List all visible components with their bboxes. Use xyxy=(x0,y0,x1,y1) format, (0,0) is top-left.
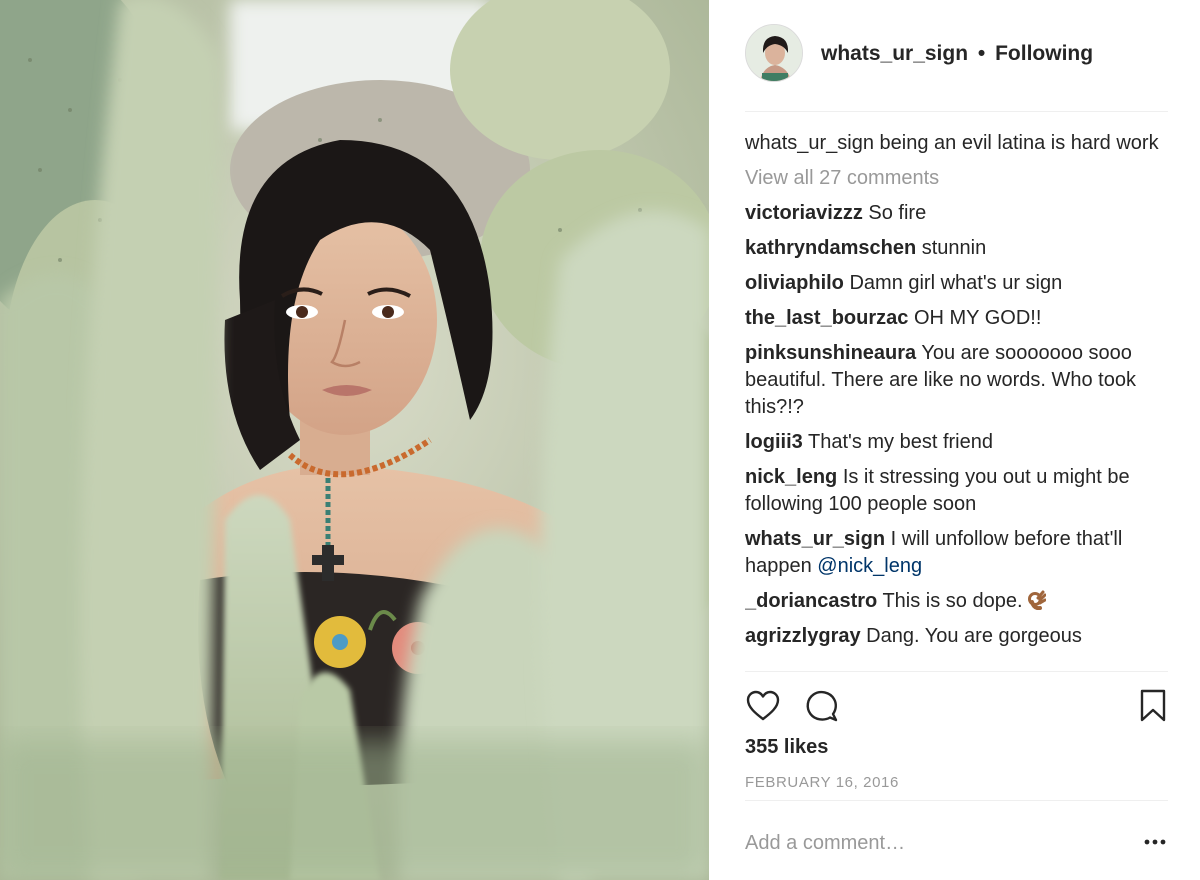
action-bar: 355 likes FEBRUARY 16, 2016 xyxy=(745,671,1168,801)
comment-username[interactable]: victoriavizzz xyxy=(745,202,863,224)
comment-item: pinksunshineaura You are sooooooo sooo b… xyxy=(745,340,1168,421)
comment-item: whats_ur_sign I will unfollow before tha… xyxy=(745,526,1168,580)
comment-item: victoriavizzz So fire xyxy=(745,200,1168,227)
post-date: FEBRUARY 16, 2016 xyxy=(745,774,899,791)
mention-link[interactable]: @nick_leng xyxy=(817,555,922,577)
comment-text: This is so dope. xyxy=(877,590,1029,612)
comment-username[interactable]: _doriancastro xyxy=(745,590,877,612)
likes-count[interactable]: 355 likes xyxy=(745,736,828,759)
comment-username[interactable]: whats_ur_sign xyxy=(745,528,885,550)
following-button[interactable]: Following xyxy=(995,42,1093,65)
comment-username[interactable]: kathryndamschen xyxy=(745,237,916,259)
add-comment-input[interactable] xyxy=(745,828,1125,858)
comment-text: So fire xyxy=(862,202,927,224)
comment-text: Damn girl what's ur sign xyxy=(843,272,1063,294)
post-photo-illustration xyxy=(0,0,709,880)
view-all-comments-link[interactable]: View all 27 comments xyxy=(745,165,1168,192)
comment-username[interactable]: the_last_bourzac xyxy=(745,307,908,329)
more-options-icon[interactable] xyxy=(1142,830,1168,854)
comment-username[interactable]: agrizzlygray xyxy=(745,625,861,647)
header-text: whats_ur_sign • Following xyxy=(821,42,1093,66)
comment-item: nick_leng Is it stressing you out u migh… xyxy=(745,464,1168,518)
comment-text: Dang. You are gorgeous xyxy=(860,625,1082,647)
header-username[interactable]: whats_ur_sign xyxy=(821,42,968,65)
caption-text: being an evil latina is hard work xyxy=(873,132,1159,154)
post-header: whats_ur_sign • Following xyxy=(745,24,1168,112)
comment-username[interactable]: pinksunshineaura xyxy=(745,342,916,364)
comment-item: logiii3 That's my best friend xyxy=(745,429,1168,456)
caption: whats_ur_sign being an evil latina is ha… xyxy=(745,130,1168,157)
bookmark-icon[interactable] xyxy=(1138,688,1168,724)
header-separator: • xyxy=(977,42,986,65)
comment-username[interactable]: nick_leng xyxy=(745,466,837,488)
comment-item: the_last_bourzac OH MY GOD!! xyxy=(745,305,1168,332)
ok-hand-emoji xyxy=(1028,590,1047,610)
caption-username[interactable]: whats_ur_sign xyxy=(745,132,874,154)
comment-item: _doriancastro This is so dope. xyxy=(745,588,1168,615)
comment-username[interactable]: logiii3 xyxy=(745,431,803,453)
heart-icon[interactable] xyxy=(745,688,781,724)
comment-username[interactable]: oliviaphilo xyxy=(745,272,844,294)
comment-text: OH MY GOD!! xyxy=(908,307,1042,329)
post-side-panel: whats_ur_sign • Following whats_ur_sign … xyxy=(709,0,1200,880)
comment-text: That's my best friend xyxy=(802,431,993,453)
avatar[interactable] xyxy=(745,24,803,82)
comment-item: agrizzlygray Dang. You are gorgeous xyxy=(745,623,1168,650)
comments-list[interactable]: whats_ur_sign being an evil latina is ha… xyxy=(745,130,1168,670)
avatar-image xyxy=(746,25,802,81)
add-comment-bar xyxy=(745,820,1168,870)
comment-item: kathryndamschen stunnin xyxy=(745,235,1168,262)
comment-bubble-icon[interactable] xyxy=(804,688,840,724)
comment-item: oliviaphilo Damn girl what's ur sign xyxy=(745,270,1168,297)
comment-text: stunnin xyxy=(916,237,987,259)
post-photo[interactable] xyxy=(0,0,709,880)
